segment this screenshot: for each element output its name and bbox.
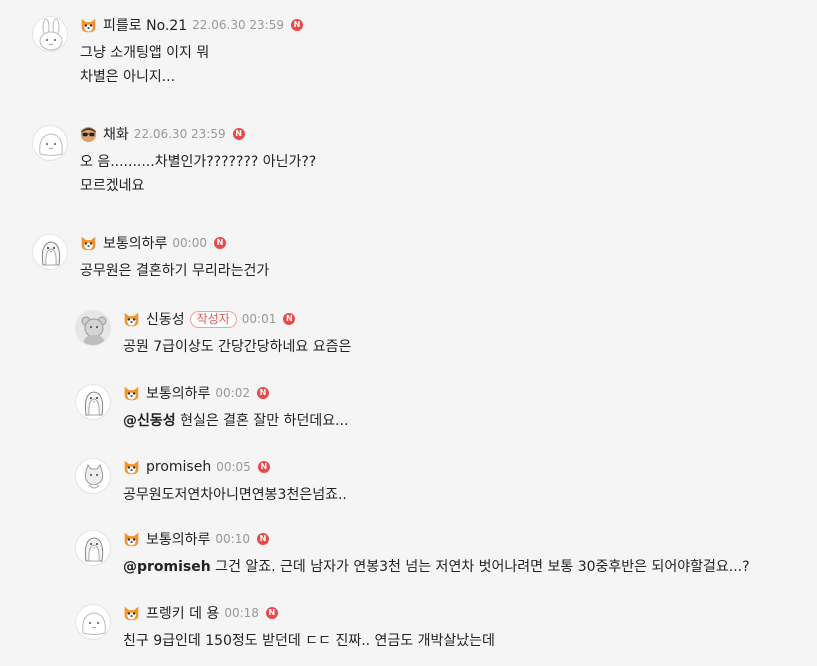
reply-text: 그건 알죠. 근데 남자가 연봉3천 넘는 저연차 벗어나려면 보통 30중후반…	[210, 559, 750, 575]
comment-line: 공무원은 결혼하기 무리라는건가	[80, 263, 270, 279]
reply-text: 친구 9급인데 150정도 받던데 ㄷㄷ 진짜.. 연금도 개박살났는데	[123, 633, 495, 649]
new-badge-icon: N	[257, 387, 269, 399]
new-badge-icon: N	[291, 19, 303, 31]
comment-line: 그냥 소개팅앱 이지 뭐	[80, 45, 210, 61]
reply-text: 현실은 결혼 잘만 하던데요...	[175, 413, 349, 429]
reply-text: 공뭔 7급이상도 간당간당하네요 요즘은	[123, 339, 352, 355]
reply-body: @promiseh 그건 알죠. 근데 남자가 연봉3천 넘는 저연차 벗어나려…	[123, 555, 750, 579]
nickname[interactable]: 보통의하루	[146, 383, 210, 403]
reply-header: 보통의하루 00:02 N	[123, 384, 269, 402]
comment-body: 그냥 소개팅앱 이지 뭐 차별은 아니지...	[80, 41, 209, 89]
new-badge-icon: N	[283, 313, 296, 325]
corgi-icon	[80, 235, 97, 252]
comment-item: 채화 22.06.30 23:59 N 오 음..........차별인가???…	[32, 125, 792, 197]
author-tag: 작성자	[189, 310, 237, 328]
new-badge-icon: N	[232, 128, 245, 140]
comment-header: 피를로 No.21 22.06.30 23:59 N	[80, 16, 303, 34]
reply-text: 공무원도저연차아니면연봉3천은넘죠..	[123, 487, 347, 503]
penguin-avatar[interactable]	[32, 234, 68, 270]
comment-body: 공무원은 결혼하기 무리라는건가	[80, 259, 269, 283]
reply-body: 공무원도저연차아니면연봉3천은넘죠..	[123, 483, 347, 507]
reply-header: 보통의하루 00:10 N	[123, 530, 269, 548]
reply-body: @신동성 현실은 결혼 잘만 하던데요...	[123, 409, 348, 433]
nickname[interactable]: 피를로 No.21	[103, 15, 187, 35]
comment-item: 피를로 No.21 22.06.30 23:59 N 그냥 소개팅앱 이지 뭐 …	[32, 16, 792, 88]
blob-avatar[interactable]	[75, 604, 111, 640]
blob-avatar[interactable]	[32, 125, 68, 161]
comment-date: 22.06.30 23:59	[133, 127, 226, 141]
rabbit-avatar[interactable]	[32, 16, 68, 52]
comment-date: 22.06.30 23:59	[192, 18, 284, 32]
comment-header: 채화 22.06.30 23:59 N	[80, 125, 245, 143]
reply-body: 친구 9급인데 150정도 받던데 ㄷㄷ 진짜.. 연금도 개박살났는데	[123, 629, 495, 653]
mention-link[interactable]: @promiseh	[123, 559, 211, 575]
new-badge-icon: N	[214, 237, 226, 249]
comment-date: 00:00	[172, 236, 207, 250]
comment-date: 00:18	[224, 606, 259, 620]
nickname[interactable]: promiseh	[146, 459, 211, 475]
bear-avatar[interactable]	[75, 310, 111, 346]
new-badge-icon: N	[257, 461, 270, 473]
reply-item: 신동성 작성자 00:01 N 공뭔 7급이상도 간당간당하네요 요즘은	[75, 310, 805, 360]
comment-line: 모르겠네요	[80, 178, 145, 194]
corgi-icon	[123, 459, 140, 476]
corgi-icon	[123, 311, 140, 328]
new-badge-icon: N	[257, 533, 269, 545]
nickname[interactable]: 신동성	[146, 309, 185, 329]
penguin-avatar[interactable]	[75, 384, 111, 420]
nickname[interactable]: 보통의하루	[103, 233, 167, 253]
corgi-icon	[80, 17, 97, 34]
comment-date: 00:01	[241, 312, 277, 326]
comment-date: 00:02	[215, 386, 250, 400]
comment-header: 보통의하루 00:00 N	[80, 234, 226, 252]
mention-link[interactable]: @신동성	[123, 413, 176, 429]
comment-item: 보통의하루 00:00 N 공무원은 결혼하기 무리라는건가	[32, 234, 792, 284]
reply-header: 신동성 작성자 00:01 N	[123, 309, 296, 329]
reply-body: 공뭔 7급이상도 간당간당하네요 요즘은	[123, 335, 351, 359]
reply-header: promiseh 00:05 N	[123, 458, 270, 476]
reply-header: 프렝키 데 용 00:18 N	[123, 604, 278, 622]
cat-avatar[interactable]	[75, 458, 111, 494]
reply-item: 보통의하루 00:10 N @promiseh 그건 알죠. 근데 남자가 연봉…	[75, 530, 805, 580]
reply-item: promiseh 00:05 N 공무원도저연차아니면연봉3천은넘죠..	[75, 458, 805, 508]
sunglasses-icon	[80, 126, 97, 143]
corgi-icon	[123, 531, 140, 548]
new-badge-icon: N	[265, 607, 278, 619]
corgi-icon	[123, 605, 140, 622]
penguin-avatar[interactable]	[75, 530, 111, 566]
comment-line: 차별은 아니지...	[80, 69, 176, 85]
comment-date: 00:10	[215, 532, 250, 546]
nickname[interactable]: 프렝키 데 용	[146, 603, 219, 623]
reply-item: 프렝키 데 용 00:18 N 친구 9급인데 150정도 받던데 ㄷㄷ 진짜.…	[75, 604, 805, 654]
comment-line: 오 음..........차별인가??????? 아닌가??	[80, 154, 317, 170]
nickname[interactable]: 채화	[103, 124, 129, 144]
nickname[interactable]: 보통의하루	[146, 529, 210, 549]
comment-date: 00:05	[216, 460, 251, 474]
comment-body: 오 음..........차별인가??????? 아닌가?? 모르겠네요	[80, 150, 316, 198]
reply-item: 보통의하루 00:02 N @신동성 현실은 결혼 잘만 하던데요...	[75, 384, 805, 434]
corgi-icon	[123, 385, 140, 402]
